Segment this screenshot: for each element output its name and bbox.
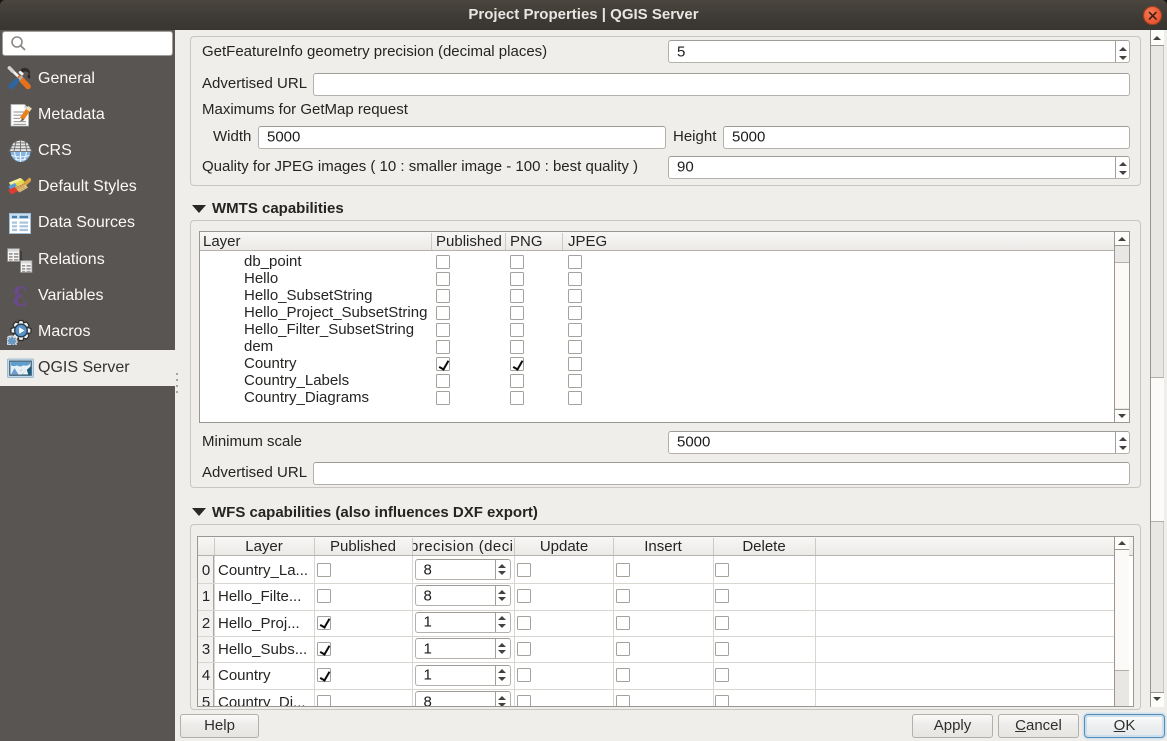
svg-text:3: 3 [13, 283, 28, 309]
